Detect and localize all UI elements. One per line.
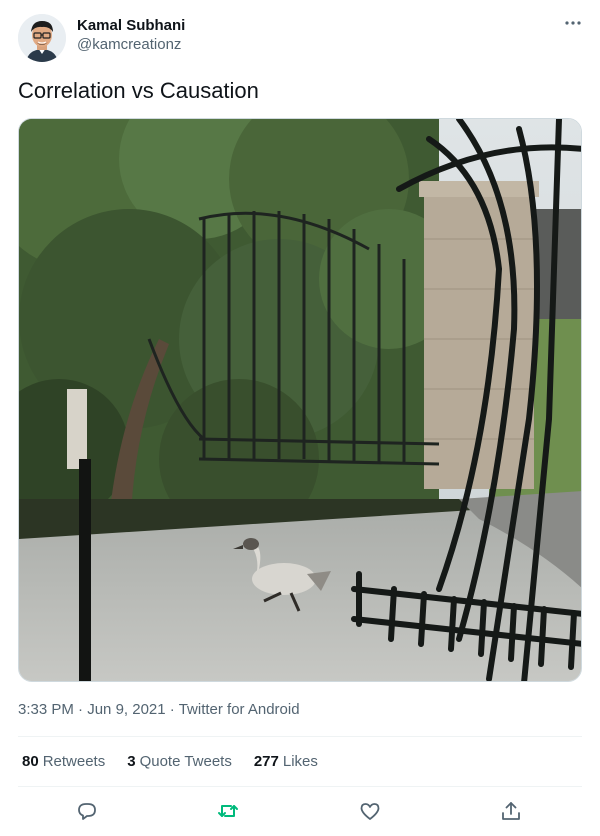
author-names: Kamal Subhani @kamcreationz: [77, 16, 185, 55]
quotes-label: Quote Tweets: [139, 753, 232, 770]
tweet-header: Kamal Subhani @kamcreationz: [18, 12, 584, 64]
retweet-icon: [218, 805, 238, 817]
avatar-illustration: [18, 14, 66, 62]
tweet-meta: 3:33 PM · Jun 9, 2021 · Twitter for Andr…: [18, 700, 300, 720]
more-options-button[interactable]: [564, 14, 582, 37]
tweet-stats: 80 Retweets 3 Quote Tweets 277 Likes: [22, 752, 340, 772]
tweet-time[interactable]: 3:33 PM: [18, 701, 74, 718]
avatar[interactable]: [18, 14, 66, 62]
tweet-text: Correlation vs Causation: [18, 78, 259, 103]
retweets-count: 80: [22, 753, 39, 770]
share-icon: [502, 802, 520, 820]
meta-separator: ·: [73, 701, 88, 718]
retweets-label: Retweets: [42, 753, 106, 770]
author-handle[interactable]: @kamcreationz: [77, 35, 185, 55]
quotes-count: 3: [127, 753, 136, 770]
divider: [18, 786, 582, 787]
retweet-button[interactable]: [216, 799, 242, 825]
tweet-date[interactable]: Jun 9, 2021: [87, 701, 165, 718]
duck-and-broken-gate-photo: [19, 119, 581, 681]
divider: [18, 736, 582, 737]
likes-stat[interactable]: 277 Likes: [254, 752, 318, 772]
tweet-photo[interactable]: [18, 118, 582, 682]
share-button[interactable]: [499, 799, 525, 825]
like-button[interactable]: [358, 799, 384, 825]
author-display-name[interactable]: Kamal Subhani: [77, 16, 185, 35]
tweet-source[interactable]: Twitter for Android: [179, 701, 300, 718]
reply-button[interactable]: [75, 799, 101, 825]
likes-label: Likes: [282, 753, 318, 770]
tweet-actions: [18, 795, 582, 829]
retweets-stat[interactable]: 80 Retweets: [22, 752, 105, 772]
reply-icon: [78, 803, 96, 820]
heart-icon: [360, 803, 380, 820]
likes-count: 277: [253, 753, 279, 770]
more-dots-icon: [565, 21, 581, 25]
meta-separator: ·: [165, 701, 179, 718]
quote-tweets-stat[interactable]: 3 Quote Tweets: [127, 752, 232, 772]
